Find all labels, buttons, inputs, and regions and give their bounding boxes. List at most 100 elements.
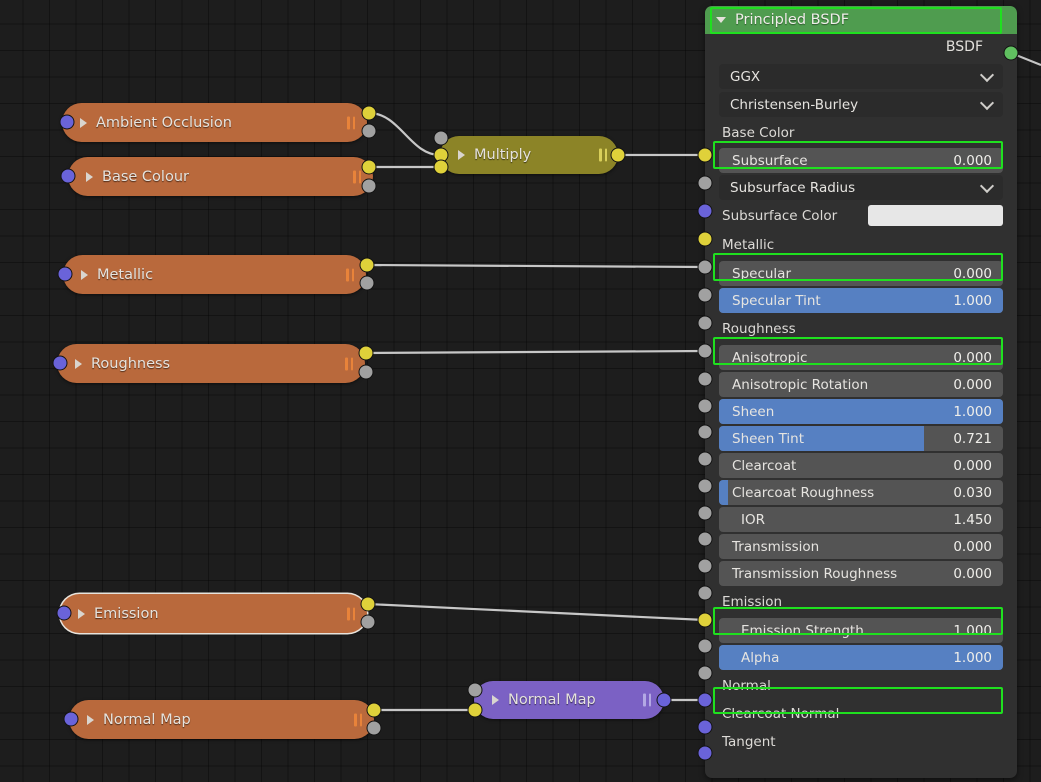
- dropdown-distribution[interactable]: GGX: [719, 64, 1003, 89]
- input-row-emission[interactable]: Emission: [719, 589, 1003, 614]
- socket-input-sheen[interactable]: [697, 424, 713, 440]
- socket-input-clearcoat-normal[interactable]: [697, 719, 713, 735]
- dropdown-subsurface-method[interactable]: Christensen-Burley: [719, 92, 1003, 117]
- expand-triangle-icon[interactable]: [75, 358, 82, 369]
- input-row-tangent[interactable]: Tangent: [719, 729, 1003, 754]
- dropdown-subsurface-radius[interactable]: Subsurface Radius: [719, 175, 1003, 200]
- socket-input-subsurface[interactable]: [697, 175, 713, 191]
- socket-input-normal[interactable]: [697, 692, 713, 708]
- socket-input-color2[interactable]: [433, 159, 449, 175]
- socket-input-sheen-tint[interactable]: [697, 451, 713, 467]
- socket-output-value[interactable]: [359, 275, 375, 291]
- socket-output-color[interactable]: [366, 702, 382, 718]
- node-principled-bsdf[interactable]: Principled BSDF BSDF GGX Christensen-Bur…: [705, 6, 1017, 778]
- socket-input-transmission-roughness[interactable]: [697, 585, 713, 601]
- socket-input-ior[interactable]: [697, 531, 713, 547]
- input-row-specular-tint[interactable]: Specular Tint 1.000: [719, 288, 1003, 313]
- expand-triangle-icon[interactable]: [80, 117, 87, 128]
- socket-input-color[interactable]: [467, 702, 483, 718]
- node-mute-icon[interactable]: [353, 170, 361, 183]
- socket-input-vector[interactable]: [52, 355, 68, 371]
- socket-input-tangent[interactable]: [697, 745, 713, 761]
- slider-clearcoat[interactable]: Clearcoat 0.000: [719, 453, 1003, 478]
- chevron-down-icon[interactable]: [979, 95, 995, 110]
- socket-input-alpha[interactable]: [697, 665, 713, 681]
- slider-emission-strength[interactable]: Emission Strength 1.000: [719, 618, 1003, 643]
- node-metallic[interactable]: Metallic: [63, 255, 366, 294]
- slider-ior[interactable]: IOR 1.450: [719, 507, 1003, 532]
- node-multiply[interactable]: Multiply: [440, 136, 618, 174]
- input-row-normal[interactable]: Normal: [719, 673, 1003, 698]
- slider-transmission[interactable]: Transmission 0.000: [719, 534, 1003, 559]
- socket-output-normal[interactable]: [656, 692, 672, 708]
- node-normal-map-texture[interactable]: Normal Map: [69, 700, 374, 739]
- input-row-sheen-tint[interactable]: Sheen Tint 0.721: [719, 426, 1003, 451]
- input-row-roughness[interactable]: Roughness: [719, 316, 1003, 341]
- socket-input-vector[interactable]: [59, 114, 75, 130]
- slider-transmission-roughness[interactable]: Transmission Roughness 0.000: [719, 561, 1003, 586]
- node-mute-icon[interactable]: [345, 357, 353, 370]
- input-row-transmission[interactable]: Transmission 0.000: [719, 534, 1003, 559]
- socket-output-value[interactable]: [360, 614, 376, 630]
- chevron-down-icon[interactable]: [979, 67, 995, 82]
- input-row-clearcoat[interactable]: Clearcoat 0.000: [719, 453, 1003, 478]
- slider-alpha[interactable]: Alpha 1.000: [719, 645, 1003, 670]
- socket-input-base-color[interactable]: [697, 147, 713, 163]
- slider-subsurface[interactable]: Subsurface 0.000: [719, 148, 1003, 173]
- expand-triangle-icon[interactable]: [86, 171, 93, 182]
- input-row-alpha[interactable]: Alpha 1.000: [719, 645, 1003, 670]
- input-row-metallic[interactable]: Metallic: [719, 232, 1003, 257]
- collapse-triangle-icon[interactable]: [716, 17, 726, 23]
- input-row-anisotropic-rotation[interactable]: Anisotropic Rotation 0.000: [719, 372, 1003, 397]
- socket-input-specular[interactable]: [697, 287, 713, 303]
- socket-input-vector[interactable]: [57, 266, 73, 282]
- socket-output-color[interactable]: [359, 257, 375, 273]
- socket-input-transmission[interactable]: [697, 558, 713, 574]
- socket-input-metallic[interactable]: [697, 259, 713, 275]
- expand-triangle-icon[interactable]: [492, 695, 499, 705]
- socket-input-vector[interactable]: [60, 168, 76, 184]
- slider-anisotropic-rotation[interactable]: Anisotropic Rotation 0.000: [719, 372, 1003, 397]
- node-mute-icon[interactable]: [599, 148, 607, 162]
- expand-triangle-icon[interactable]: [87, 714, 94, 725]
- expand-triangle-icon[interactable]: [458, 150, 465, 160]
- socket-input-fac[interactable]: [433, 130, 449, 146]
- socket-output-bsdf[interactable]: [1003, 45, 1019, 61]
- socket-input-specular-tint[interactable]: [697, 315, 713, 331]
- socket-output-value[interactable]: [361, 123, 377, 139]
- color-swatch-subsurface[interactable]: [868, 205, 1003, 226]
- node-mute-icon[interactable]: [347, 607, 355, 620]
- socket-input-subsurface-radius[interactable]: [697, 203, 713, 219]
- socket-input-strength[interactable]: [467, 682, 483, 698]
- slider-clearcoat-roughness[interactable]: Clearcoat Roughness 0.030: [719, 480, 1003, 505]
- socket-output-value[interactable]: [358, 364, 374, 380]
- socket-input-emission-strength[interactable]: [697, 638, 713, 654]
- input-row-clearcoat-normal[interactable]: Clearcoat Normal: [719, 701, 1003, 726]
- input-row-clearcoat-roughness[interactable]: Clearcoat Roughness 0.030: [719, 480, 1003, 505]
- node-mute-icon[interactable]: [346, 268, 354, 281]
- socket-input-vector[interactable]: [56, 605, 72, 621]
- node-emission[interactable]: Emission: [60, 594, 367, 633]
- slider-specular[interactable]: Specular 0.000: [719, 261, 1003, 286]
- node-header[interactable]: Principled BSDF: [705, 6, 1017, 34]
- dropdown-subsurface-radius-row[interactable]: Subsurface Radius: [719, 175, 1003, 200]
- input-row-base-color[interactable]: Base Color: [719, 120, 1003, 145]
- node-normal-map-shader[interactable]: Normal Map: [474, 681, 664, 719]
- socket-input-clearcoat-roughness[interactable]: [697, 505, 713, 521]
- socket-input-anisotropic[interactable]: [697, 371, 713, 387]
- input-row-transmission-roughness[interactable]: Transmission Roughness 0.000: [719, 561, 1003, 586]
- slider-sheen-tint[interactable]: Sheen Tint 0.721: [719, 426, 1003, 451]
- socket-input-clearcoat[interactable]: [697, 478, 713, 494]
- socket-input-anisotropic-rotation[interactable]: [697, 398, 713, 414]
- input-row-emission-strength[interactable]: Emission Strength 1.000: [719, 618, 1003, 643]
- socket-input-vector[interactable]: [63, 711, 79, 727]
- socket-input-subsurface-color[interactable]: [697, 231, 713, 247]
- socket-output-color[interactable]: [610, 147, 626, 163]
- socket-input-roughness[interactable]: [697, 343, 713, 359]
- node-base-colour[interactable]: Base Colour: [68, 157, 373, 196]
- input-row-subsurface-color[interactable]: Subsurface Color: [719, 203, 1003, 228]
- socket-output-color[interactable]: [358, 345, 374, 361]
- socket-output-value[interactable]: [366, 720, 382, 736]
- dropdown-subsurface-method-row[interactable]: Christensen-Burley: [719, 92, 1003, 117]
- node-mute-icon[interactable]: [347, 116, 355, 129]
